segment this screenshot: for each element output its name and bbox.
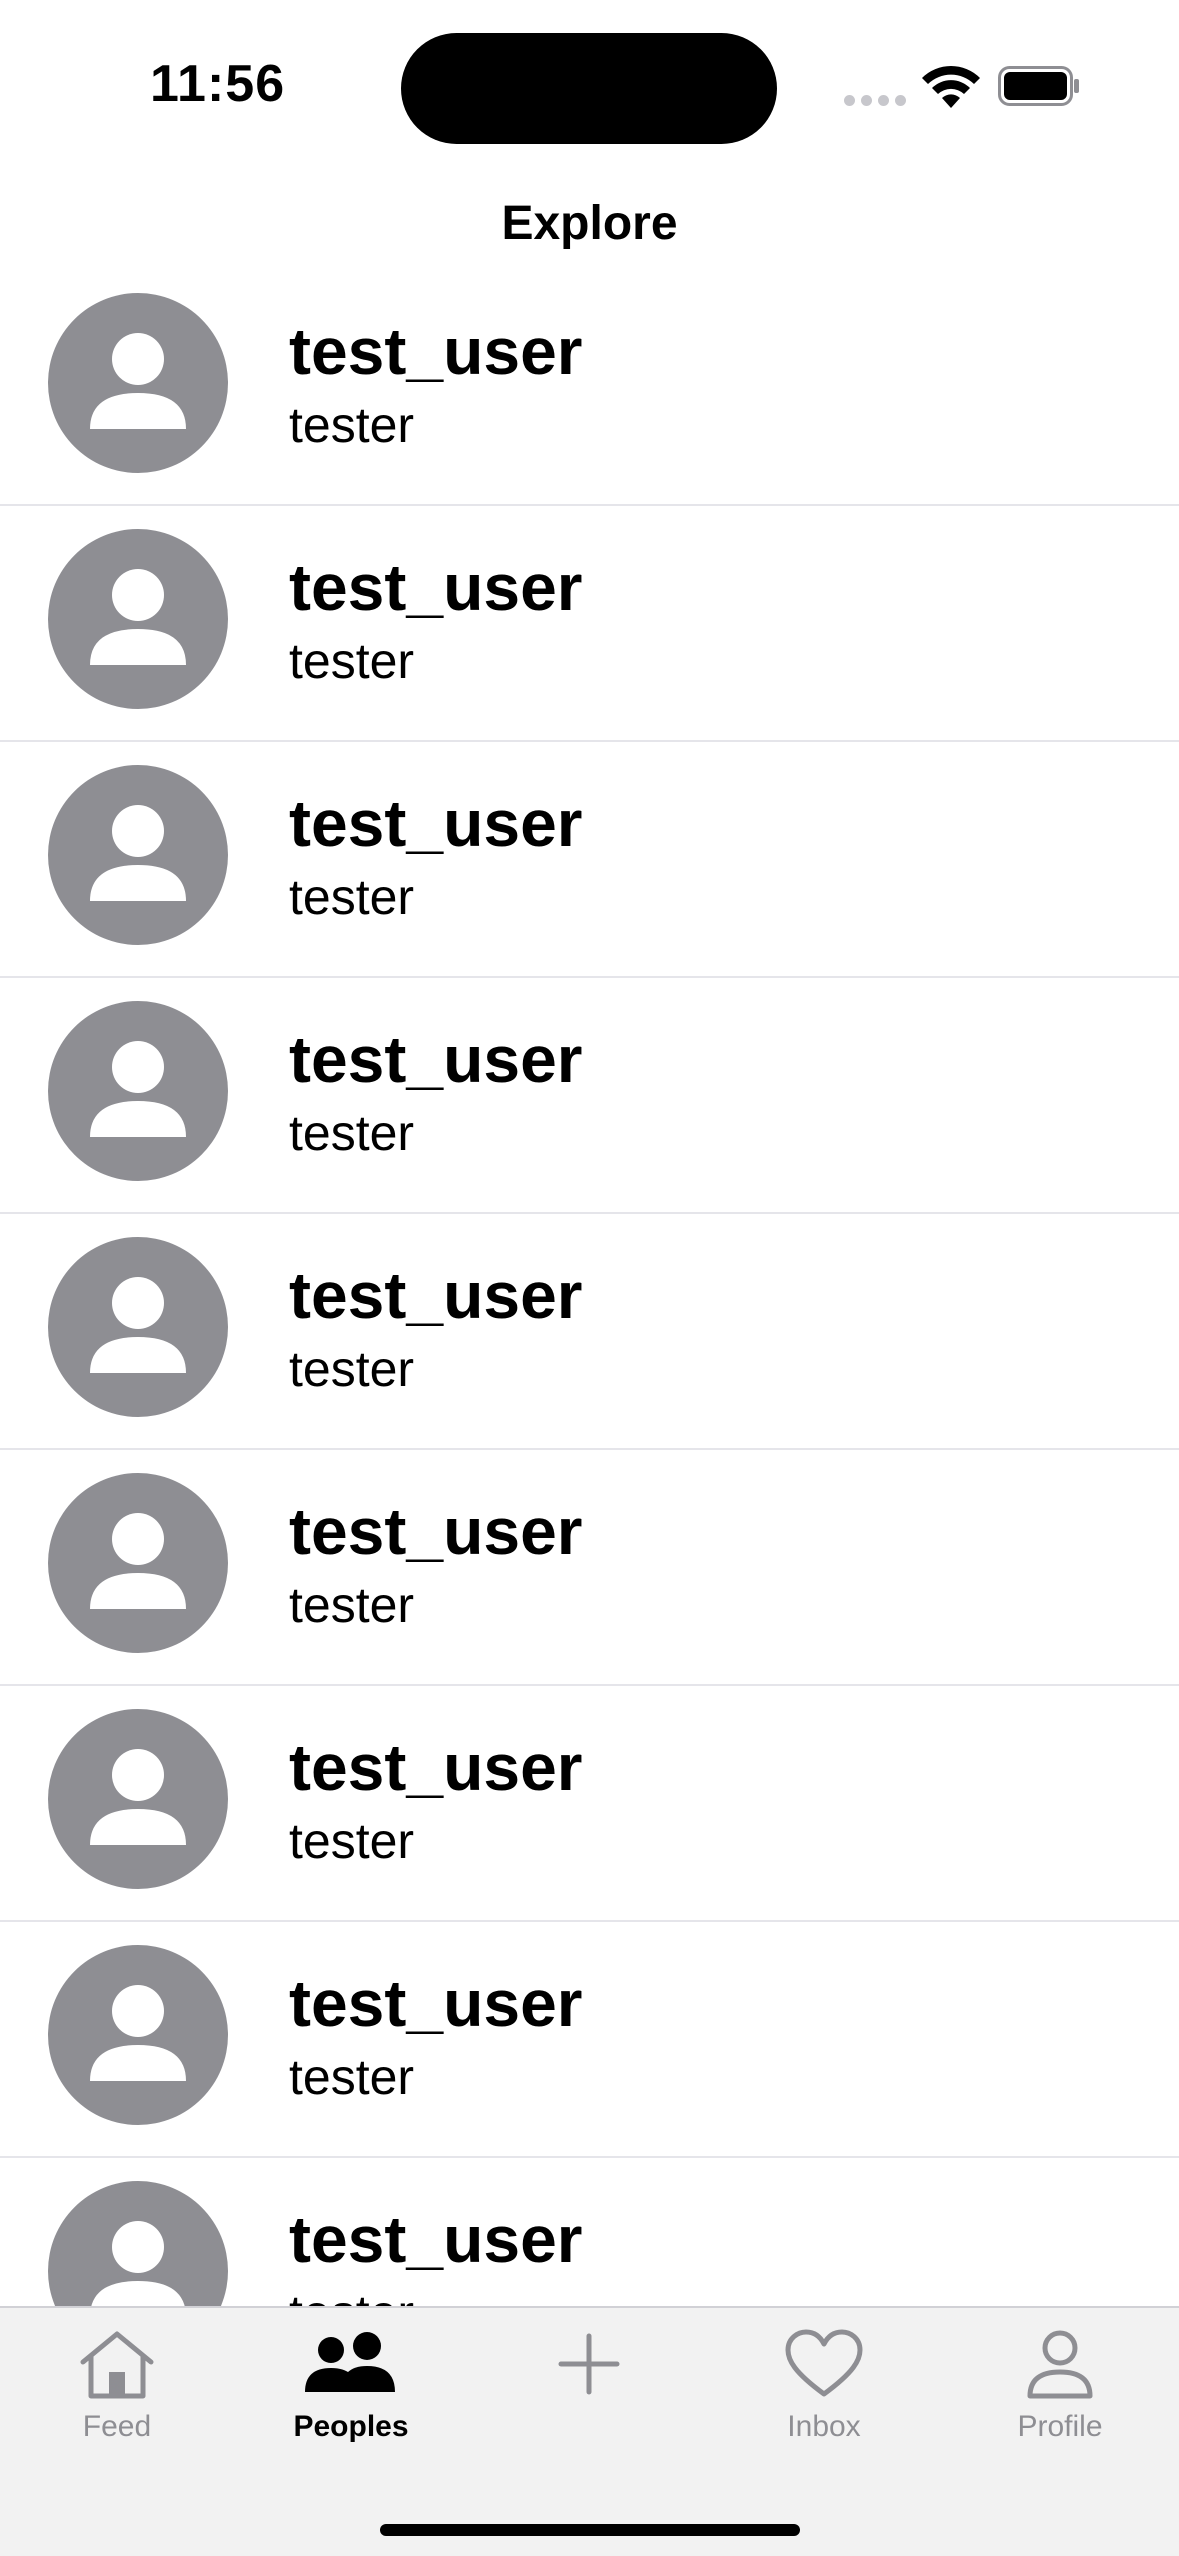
person-silhouette-icon <box>90 1513 186 1609</box>
user-row[interactable]: test_usertester <box>0 978 1179 1214</box>
tab-create[interactable] <box>499 2328 679 2478</box>
home-indicator <box>380 2524 800 2536</box>
person-silhouette-icon <box>90 1985 186 2081</box>
tab-bar: Feed Peoples Inbox Profile <box>0 2306 1179 2556</box>
avatar <box>48 1945 228 2125</box>
people-icon <box>305 2332 395 2392</box>
user-row[interactable]: test_usertester <box>0 1686 1179 1922</box>
dynamic-island <box>401 33 777 144</box>
avatar <box>48 1709 228 1889</box>
person-silhouette-icon <box>90 1041 186 1137</box>
user-subtitle: tester <box>289 397 415 453</box>
user-name: test_user <box>289 314 583 388</box>
avatar <box>48 1001 228 1181</box>
user-name: test_user <box>289 1494 583 1568</box>
person-silhouette-icon <box>90 1277 186 1373</box>
person-silhouette-icon <box>90 569 186 665</box>
avatar <box>48 2181 228 2308</box>
user-name: test_user <box>289 1730 583 1804</box>
person-silhouette-icon <box>90 333 186 429</box>
user-row[interactable]: test_usertester <box>0 1922 1179 2158</box>
page-title: Explore <box>501 197 678 250</box>
person-silhouette-icon <box>90 805 186 901</box>
user-subtitle: tester <box>289 1105 415 1161</box>
user-name: test_user <box>289 2202 583 2276</box>
wifi-icon <box>922 65 980 108</box>
tab-label: Peoples <box>293 2410 409 2443</box>
user-row[interactable]: test_usertester <box>0 506 1179 742</box>
user-row[interactable]: test_usertester <box>0 2158 1179 2308</box>
user-row[interactable]: test_usertester <box>0 270 1179 506</box>
person-icon <box>1027 2330 1093 2399</box>
status-time: 11:56 <box>150 55 286 113</box>
user-subtitle: tester <box>289 1813 415 1869</box>
avatar <box>48 765 228 945</box>
user-subtitle: tester <box>289 2284 414 2308</box>
user-subtitle: tester <box>289 2049 415 2105</box>
tab-peoples[interactable]: Peoples <box>261 2328 441 2478</box>
user-row[interactable]: test_usertester <box>0 742 1179 978</box>
user-subtitle: tester <box>289 633 415 689</box>
tab-profile[interactable]: Profile <box>970 2328 1150 2478</box>
status-bar: 11:56 <box>0 0 1179 170</box>
user-subtitle: tester <box>289 1341 415 1397</box>
cellular-signal-icon <box>844 95 906 109</box>
user-row[interactable]: test_usertester <box>0 1450 1179 1686</box>
user-subtitle: tester <box>289 1577 415 1633</box>
person-silhouette-icon <box>90 2221 186 2308</box>
user-name: test_user <box>289 550 583 624</box>
tab-label: Inbox <box>787 2410 861 2443</box>
house-icon <box>80 2331 154 2399</box>
avatar <box>48 293 228 473</box>
person-silhouette-icon <box>90 1749 186 1845</box>
heart-icon <box>785 2329 863 2397</box>
tab-label: Feed <box>82 2410 152 2443</box>
tab-label: Profile <box>1017 2410 1103 2443</box>
user-name: test_user <box>289 1966 583 2040</box>
avatar <box>48 529 228 709</box>
avatar <box>48 1473 228 1653</box>
plus-icon <box>558 2333 620 2395</box>
user-name: test_user <box>289 786 583 860</box>
user-name: test_user <box>289 1258 583 1332</box>
user-row[interactable]: test_usertester <box>0 1214 1179 1450</box>
user-subtitle: tester <box>289 869 415 925</box>
tab-inbox[interactable]: Inbox <box>734 2328 914 2478</box>
user-name: test_user <box>289 1022 583 1096</box>
tab-feed[interactable]: Feed <box>27 2328 207 2478</box>
avatar <box>48 1237 228 1417</box>
user-list: test_user tester test_user tester test_user t… <box>0 270 1179 2308</box>
battery-icon <box>998 66 1079 106</box>
